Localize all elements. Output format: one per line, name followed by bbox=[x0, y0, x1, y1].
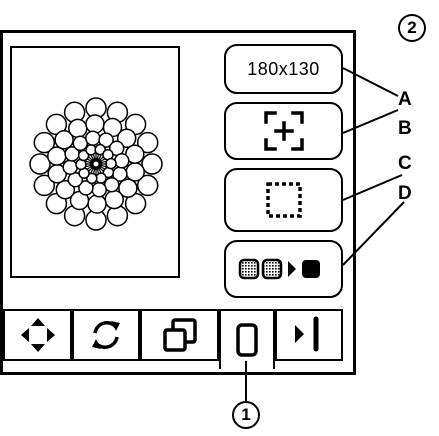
crosshair-plus-icon bbox=[263, 111, 304, 151]
pointer-number-badge: 1 bbox=[232, 401, 260, 429]
design-preview bbox=[10, 46, 180, 278]
tab-frame[interactable] bbox=[219, 309, 275, 369]
tab-rotate[interactable] bbox=[72, 309, 140, 361]
figure-number-text: 2 bbox=[407, 18, 417, 37]
center-position-button[interactable] bbox=[224, 102, 343, 160]
overlapping-squares-icon bbox=[162, 318, 197, 352]
dotted-square-icon bbox=[265, 182, 302, 218]
needle-sew-icon bbox=[295, 316, 319, 352]
callout-b: B bbox=[398, 118, 412, 139]
frame-trace-button[interactable] bbox=[224, 168, 343, 232]
hoop-frame-icon bbox=[236, 323, 258, 357]
embroidery-size-button[interactable]: 180x130 bbox=[224, 44, 343, 94]
callout-d: D bbox=[398, 183, 412, 204]
rotate-arrows-icon bbox=[92, 321, 120, 349]
stitch-sequence-icon bbox=[238, 258, 320, 280]
tab-sew[interactable] bbox=[275, 309, 343, 361]
four-direction-arrows-icon bbox=[20, 318, 55, 352]
callout-a: A bbox=[398, 89, 412, 110]
stitch-order-button[interactable] bbox=[224, 240, 343, 298]
pointer-number-text: 1 bbox=[241, 405, 251, 424]
flower-embroidery-design-icon bbox=[29, 97, 163, 231]
figure-number-badge: 2 bbox=[398, 14, 426, 42]
embroidery-size-label: 180x130 bbox=[247, 58, 320, 79]
tab-size[interactable] bbox=[140, 309, 219, 361]
callout-c: C bbox=[398, 153, 412, 174]
tab-move[interactable] bbox=[3, 309, 72, 361]
